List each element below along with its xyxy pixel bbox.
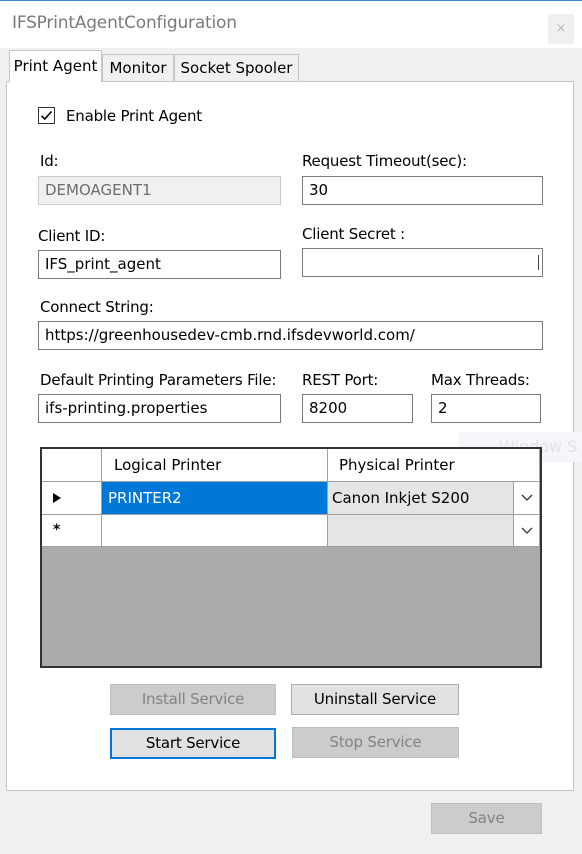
rest-port-field[interactable]: 8200: [302, 394, 413, 423]
window-title: IFSPrintAgentConfiguration: [12, 13, 237, 33]
enable-print-agent-label: Enable Print Agent: [66, 107, 202, 125]
save-button[interactable]: Save: [431, 803, 542, 834]
params-file-label: Default Printing Parameters File:: [40, 371, 277, 389]
tab-print-agent[interactable]: Print Agent: [9, 50, 102, 82]
connect-string-label: Connect String:: [40, 298, 154, 316]
install-service-button[interactable]: Install Service: [110, 684, 276, 715]
physical-printer-combo[interactable]: Canon Inkjet S200: [328, 482, 540, 515]
uninstall-service-button[interactable]: Uninstall Service: [291, 684, 459, 715]
id-field: DEMOAGENT1: [38, 176, 281, 205]
logical-printer-cell[interactable]: PRINTER2: [102, 482, 328, 515]
logical-printer-cell[interactable]: [102, 515, 328, 547]
checkmark-icon: [40, 110, 53, 121]
physical-printer-header[interactable]: Physical Printer: [328, 449, 540, 482]
client-secret-field[interactable]: [302, 248, 543, 277]
params-file-field[interactable]: ifs-printing.properties: [38, 394, 281, 423]
dropdown-button[interactable]: [513, 482, 539, 514]
new-row-asterisk-icon: *: [53, 522, 61, 538]
text-caret: [538, 255, 539, 270]
chevron-down-icon: [521, 527, 533, 534]
close-icon: ×: [555, 21, 567, 36]
close-button[interactable]: ×: [548, 14, 574, 44]
physical-printer-value: Canon Inkjet S200: [332, 489, 470, 507]
client-secret-label: Client Secret :: [302, 225, 405, 243]
current-row-arrow-icon: [53, 493, 61, 503]
id-label: Id:: [40, 152, 59, 170]
request-timeout-field[interactable]: 30: [302, 176, 543, 205]
chevron-down-icon: [521, 494, 533, 501]
max-threads-field[interactable]: 2: [431, 394, 541, 423]
stop-service-button[interactable]: Stop Service: [292, 727, 459, 758]
rest-port-label: REST Port:: [302, 371, 379, 389]
connect-string-field[interactable]: https://greenhousedev-cmb.rnd.ifsdevworl…: [38, 321, 543, 350]
client-id-label: Client ID:: [38, 227, 106, 245]
tab-socket-spooler[interactable]: Socket Spooler: [174, 54, 299, 81]
printer-grid[interactable]: Logical Printer Physical Printer PRINTER…: [40, 447, 542, 668]
dropdown-button[interactable]: [513, 515, 539, 546]
max-threads-label: Max Threads:: [431, 371, 530, 389]
tab-monitor[interactable]: Monitor: [102, 54, 174, 81]
row-header[interactable]: *: [42, 515, 102, 547]
grid-corner-header: [42, 449, 102, 482]
start-service-button[interactable]: Start Service: [110, 728, 276, 759]
logical-printer-header[interactable]: Logical Printer: [102, 449, 328, 482]
physical-printer-combo[interactable]: [328, 515, 540, 547]
request-timeout-label: Request Timeout(sec):: [302, 152, 467, 170]
client-id-field[interactable]: IFS_print_agent: [38, 250, 281, 279]
enable-print-agent-checkbox[interactable]: [38, 107, 55, 124]
row-header[interactable]: [42, 482, 102, 515]
